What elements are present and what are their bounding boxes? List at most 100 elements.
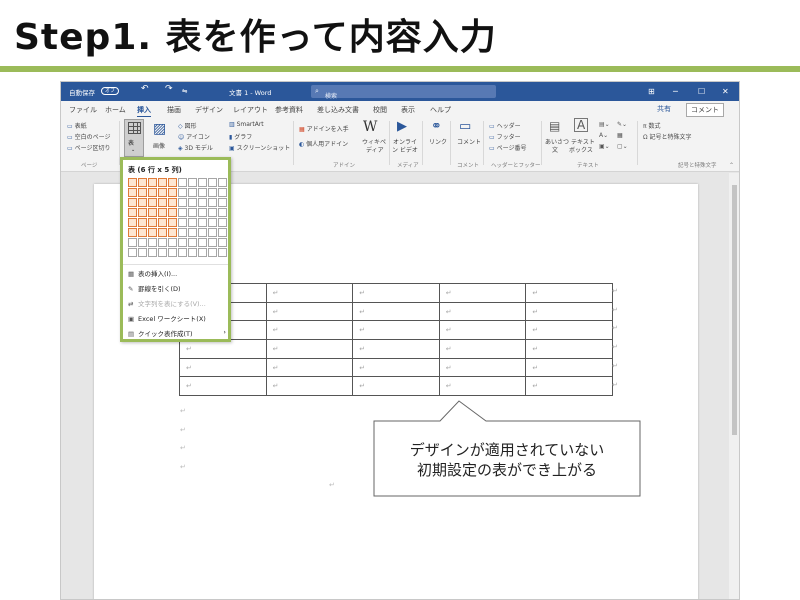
table-cell[interactable]: ↵ [438, 301, 527, 322]
icons-button[interactable]: ☺ アイコン [178, 132, 210, 141]
grid-cell[interactable] [168, 198, 177, 207]
table-cell[interactable]: ↵ [352, 283, 440, 303]
table-cell[interactable]: ↵ [179, 357, 267, 378]
autosave-toggle[interactable]: オフ [101, 87, 119, 95]
table-cell[interactable]: ↵ [525, 357, 613, 378]
grid-cell[interactable] [148, 188, 157, 197]
video-icon[interactable]: ▶ [397, 119, 407, 134]
shapes-button[interactable]: ◇ 図形 [178, 121, 197, 130]
grid-cell[interactable] [188, 198, 197, 207]
grid-cell[interactable] [158, 208, 167, 217]
my-addins-button[interactable]: ◐ 個人用アドイン [299, 139, 348, 148]
tab-view[interactable]: 表示 [401, 105, 415, 115]
grid-cell[interactable] [168, 208, 177, 217]
grid-cell[interactable] [198, 188, 207, 197]
grid-cell[interactable] [158, 248, 167, 257]
blank-page-button[interactable]: ▭ 空白のページ [67, 132, 110, 141]
grid-cell[interactable] [178, 248, 187, 257]
grid-cell[interactable] [128, 248, 137, 257]
table-cell[interactable]: ↵ [438, 357, 527, 378]
ribbon-display-icon[interactable]: ⊞ [648, 87, 655, 96]
table-cell[interactable]: ↵ [265, 320, 354, 341]
quick-parts-icon[interactable]: ▤⌄ [599, 121, 610, 128]
grid-cell[interactable] [188, 228, 197, 237]
table-cell[interactable]: ↵ [265, 283, 354, 303]
tab-review[interactable]: 校閲 [373, 105, 387, 115]
grid-cell[interactable] [138, 208, 147, 217]
tab-help[interactable]: ヘルプ [430, 105, 451, 115]
new-comment-icon[interactable]: ▭ [459, 119, 471, 134]
screenshot-button[interactable]: ▣ スクリーンショット [229, 143, 290, 152]
close-icon[interactable]: ✕ [722, 87, 729, 96]
grid-cell[interactable] [148, 198, 157, 207]
drop-cap-icon[interactable]: ▣⌄ [599, 143, 610, 150]
grid-cell[interactable] [128, 188, 137, 197]
maximize-icon[interactable]: ☐ [698, 87, 705, 96]
table-cell[interactable]: ↵ [525, 301, 613, 322]
table-cell[interactable]: ↵ [352, 376, 440, 397]
smartart-button[interactable]: ▥ SmartArt [229, 121, 264, 128]
share-button[interactable]: 共有 [657, 104, 671, 114]
grid-cell[interactable] [188, 218, 197, 227]
grid-cell[interactable] [198, 198, 207, 207]
grid-cell[interactable] [208, 188, 217, 197]
footer-button[interactable]: ▭ フッター [489, 132, 521, 141]
grid-cell[interactable] [138, 228, 147, 237]
grid-cell[interactable] [168, 178, 177, 187]
grid-cell[interactable] [208, 238, 217, 247]
grid-cell[interactable] [158, 198, 167, 207]
grid-cell[interactable] [188, 188, 197, 197]
tab-home[interactable]: ホーム [105, 105, 126, 115]
table-cell[interactable]: ↵ [525, 376, 613, 397]
table-cell[interactable]: ↵ [438, 376, 527, 397]
grid-cell[interactable] [178, 218, 187, 227]
grid-cell[interactable] [218, 198, 227, 207]
draw-table-item[interactable]: ✎ 罫線を引く(D) [128, 283, 228, 297]
grid-cell[interactable] [138, 218, 147, 227]
table-cell[interactable]: ↵ [265, 357, 354, 378]
grid-cell[interactable] [208, 218, 217, 227]
grid-cell[interactable] [128, 228, 137, 237]
quick-tables-item[interactable]: ▤ クイック表作成(T) › [128, 328, 228, 342]
wordart-icon[interactable]: A⌄ [599, 132, 608, 139]
table-cell[interactable]: ↵ [179, 376, 267, 397]
symbol-button[interactable]: Ω 記号と特殊文字 [643, 132, 692, 141]
minimize-icon[interactable]: ─ [673, 87, 678, 96]
tab-design[interactable]: デザイン [195, 105, 223, 115]
vertical-scrollbar[interactable] [729, 173, 739, 599]
grid-cell[interactable] [188, 238, 197, 247]
grid-cell[interactable] [218, 238, 227, 247]
grid-cell[interactable] [208, 228, 217, 237]
tab-file[interactable]: ファイル [69, 105, 97, 115]
grid-cell[interactable] [188, 248, 197, 257]
page-number-button[interactable]: ▭ ページ番号 [489, 143, 526, 152]
grid-cell[interactable] [168, 238, 177, 247]
grid-cell[interactable] [178, 178, 187, 187]
grid-cell[interactable] [178, 198, 187, 207]
tab-layout[interactable]: レイアウト [233, 105, 268, 115]
grid-cell[interactable] [168, 188, 177, 197]
grid-cell[interactable] [198, 238, 207, 247]
get-addins-button[interactable]: ▦ アドインを入手 [299, 124, 349, 133]
grid-cell[interactable] [178, 188, 187, 197]
excel-spreadsheet-item[interactable]: ▣ Excel ワークシート(X) [128, 313, 228, 327]
grid-cell[interactable] [128, 238, 137, 247]
table-cell[interactable]: ↵ [265, 339, 354, 359]
tab-draw[interactable]: 描画 [167, 105, 181, 115]
grid-cell[interactable] [218, 208, 227, 217]
table-cell[interactable]: ↵ [525, 339, 613, 359]
collapse-ribbon-icon[interactable]: ⌃ [729, 162, 734, 169]
grid-cell[interactable] [198, 228, 207, 237]
equation-button[interactable]: π 数式 [643, 121, 661, 130]
scrollbar-thumb[interactable] [732, 185, 737, 435]
grid-cell[interactable] [138, 178, 147, 187]
date-time-icon[interactable]: ▦ [617, 132, 623, 139]
grid-cell[interactable] [198, 218, 207, 227]
table-cell[interactable]: ↵ [438, 283, 527, 303]
table-cell[interactable]: ↵ [265, 301, 354, 322]
grid-cell[interactable] [168, 248, 177, 257]
grid-cell[interactable] [218, 188, 227, 197]
grid-cell[interactable] [168, 228, 177, 237]
table-cell[interactable]: ↵ [352, 320, 440, 341]
grid-cell[interactable] [138, 248, 147, 257]
